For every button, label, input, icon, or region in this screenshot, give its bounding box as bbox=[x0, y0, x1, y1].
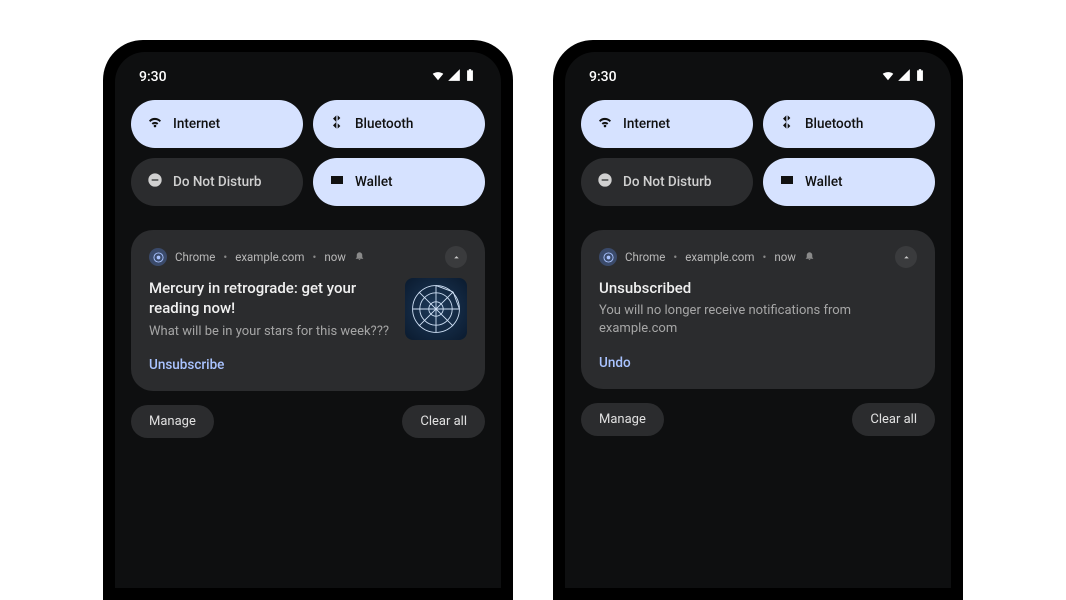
separator-dot: • bbox=[312, 250, 316, 264]
qs-tile-bluetooth[interactable]: Bluetooth bbox=[763, 100, 935, 148]
notification-origin: example.com bbox=[235, 250, 304, 264]
battery-icon bbox=[913, 68, 927, 86]
notification-app: Chrome bbox=[625, 250, 665, 264]
qs-label: Do Not Disturb bbox=[623, 174, 711, 190]
notification-time: now bbox=[774, 250, 796, 264]
notification-time: now bbox=[324, 250, 346, 264]
qs-label: Wallet bbox=[805, 174, 843, 190]
notification-title: Mercury in retrograde: get your reading … bbox=[149, 278, 393, 319]
notification-app: Chrome bbox=[175, 250, 215, 264]
wifi-icon bbox=[881, 68, 895, 86]
qs-label: Internet bbox=[623, 116, 670, 132]
notification-thumbnail bbox=[405, 278, 467, 340]
separator-dot: • bbox=[223, 250, 227, 264]
status-bar: 9:30 bbox=[131, 66, 485, 100]
notification-subtitle: You will no longer receive notifications… bbox=[599, 302, 917, 338]
status-bar: 9:30 bbox=[581, 66, 935, 100]
notification-origin: example.com bbox=[685, 250, 754, 264]
notification-body: Mercury in retrograde: get your reading … bbox=[149, 278, 467, 341]
phone-mock-left: 9:30 Internet Bluetooth Do Not Disturb bbox=[103, 40, 513, 600]
status-icons bbox=[431, 68, 477, 86]
separator-dot: • bbox=[762, 250, 766, 264]
signal-icon bbox=[897, 68, 911, 86]
screen: 9:30 Internet Bluetooth Do Not Disturb bbox=[565, 52, 951, 588]
qs-tile-dnd[interactable]: Do Not Disturb bbox=[581, 158, 753, 206]
notification-title: Unsubscribed bbox=[599, 278, 917, 298]
qs-tile-dnd[interactable]: Do Not Disturb bbox=[131, 158, 303, 206]
dnd-icon bbox=[597, 172, 613, 192]
signal-icon bbox=[447, 68, 461, 86]
phone-mock-right: 9:30 Internet Bluetooth Do Not Disturb bbox=[553, 40, 963, 600]
wifi-icon bbox=[597, 114, 613, 134]
chrome-icon bbox=[149, 248, 167, 266]
wifi-icon bbox=[147, 114, 163, 134]
qs-label: Do Not Disturb bbox=[173, 174, 261, 190]
status-icons bbox=[881, 68, 927, 86]
bell-icon bbox=[804, 250, 815, 264]
notification-card[interactable]: Chrome • example.com • now Mercury in re… bbox=[131, 230, 485, 391]
qs-tile-internet[interactable]: Internet bbox=[581, 100, 753, 148]
bell-icon bbox=[354, 250, 365, 264]
clear-all-button[interactable]: Clear all bbox=[402, 405, 485, 438]
undo-button[interactable]: Undo bbox=[599, 355, 917, 371]
notification-card[interactable]: Chrome • example.com • now Unsubscribed … bbox=[581, 230, 935, 389]
qs-tile-bluetooth[interactable]: Bluetooth bbox=[313, 100, 485, 148]
wifi-icon bbox=[431, 68, 445, 86]
bluetooth-icon bbox=[779, 114, 795, 134]
quick-settings: Internet Bluetooth Do Not Disturb Wallet bbox=[581, 100, 935, 206]
qs-tile-internet[interactable]: Internet bbox=[131, 100, 303, 148]
qs-label: Bluetooth bbox=[355, 116, 413, 132]
chrome-icon bbox=[599, 248, 617, 266]
notification-subtitle: What will be in your stars for this week… bbox=[149, 323, 393, 341]
dnd-icon bbox=[147, 172, 163, 192]
unsubscribe-button[interactable]: Unsubscribe bbox=[149, 357, 467, 373]
notification-header: Chrome • example.com • now bbox=[149, 246, 467, 268]
notification-body: Unsubscribed You will no longer receive … bbox=[599, 278, 917, 339]
status-time: 9:30 bbox=[139, 69, 167, 85]
shade-actions: Manage Clear all bbox=[581, 403, 935, 436]
qs-label: Bluetooth bbox=[805, 116, 863, 132]
qs-label: Wallet bbox=[355, 174, 393, 190]
status-time: 9:30 bbox=[589, 69, 617, 85]
battery-icon bbox=[463, 68, 477, 86]
quick-settings: Internet Bluetooth Do Not Disturb Wallet bbox=[131, 100, 485, 206]
screen: 9:30 Internet Bluetooth Do Not Disturb bbox=[115, 52, 501, 588]
collapse-button[interactable] bbox=[895, 246, 917, 268]
qs-tile-wallet[interactable]: Wallet bbox=[763, 158, 935, 206]
shade-actions: Manage Clear all bbox=[131, 405, 485, 438]
clear-all-button[interactable]: Clear all bbox=[852, 403, 935, 436]
notification-header: Chrome • example.com • now bbox=[599, 246, 917, 268]
separator-dot: • bbox=[673, 250, 677, 264]
qs-tile-wallet[interactable]: Wallet bbox=[313, 158, 485, 206]
wallet-icon bbox=[329, 172, 345, 192]
qs-label: Internet bbox=[173, 116, 220, 132]
manage-button[interactable]: Manage bbox=[131, 405, 214, 438]
wallet-icon bbox=[779, 172, 795, 192]
bluetooth-icon bbox=[329, 114, 345, 134]
collapse-button[interactable] bbox=[445, 246, 467, 268]
manage-button[interactable]: Manage bbox=[581, 403, 664, 436]
